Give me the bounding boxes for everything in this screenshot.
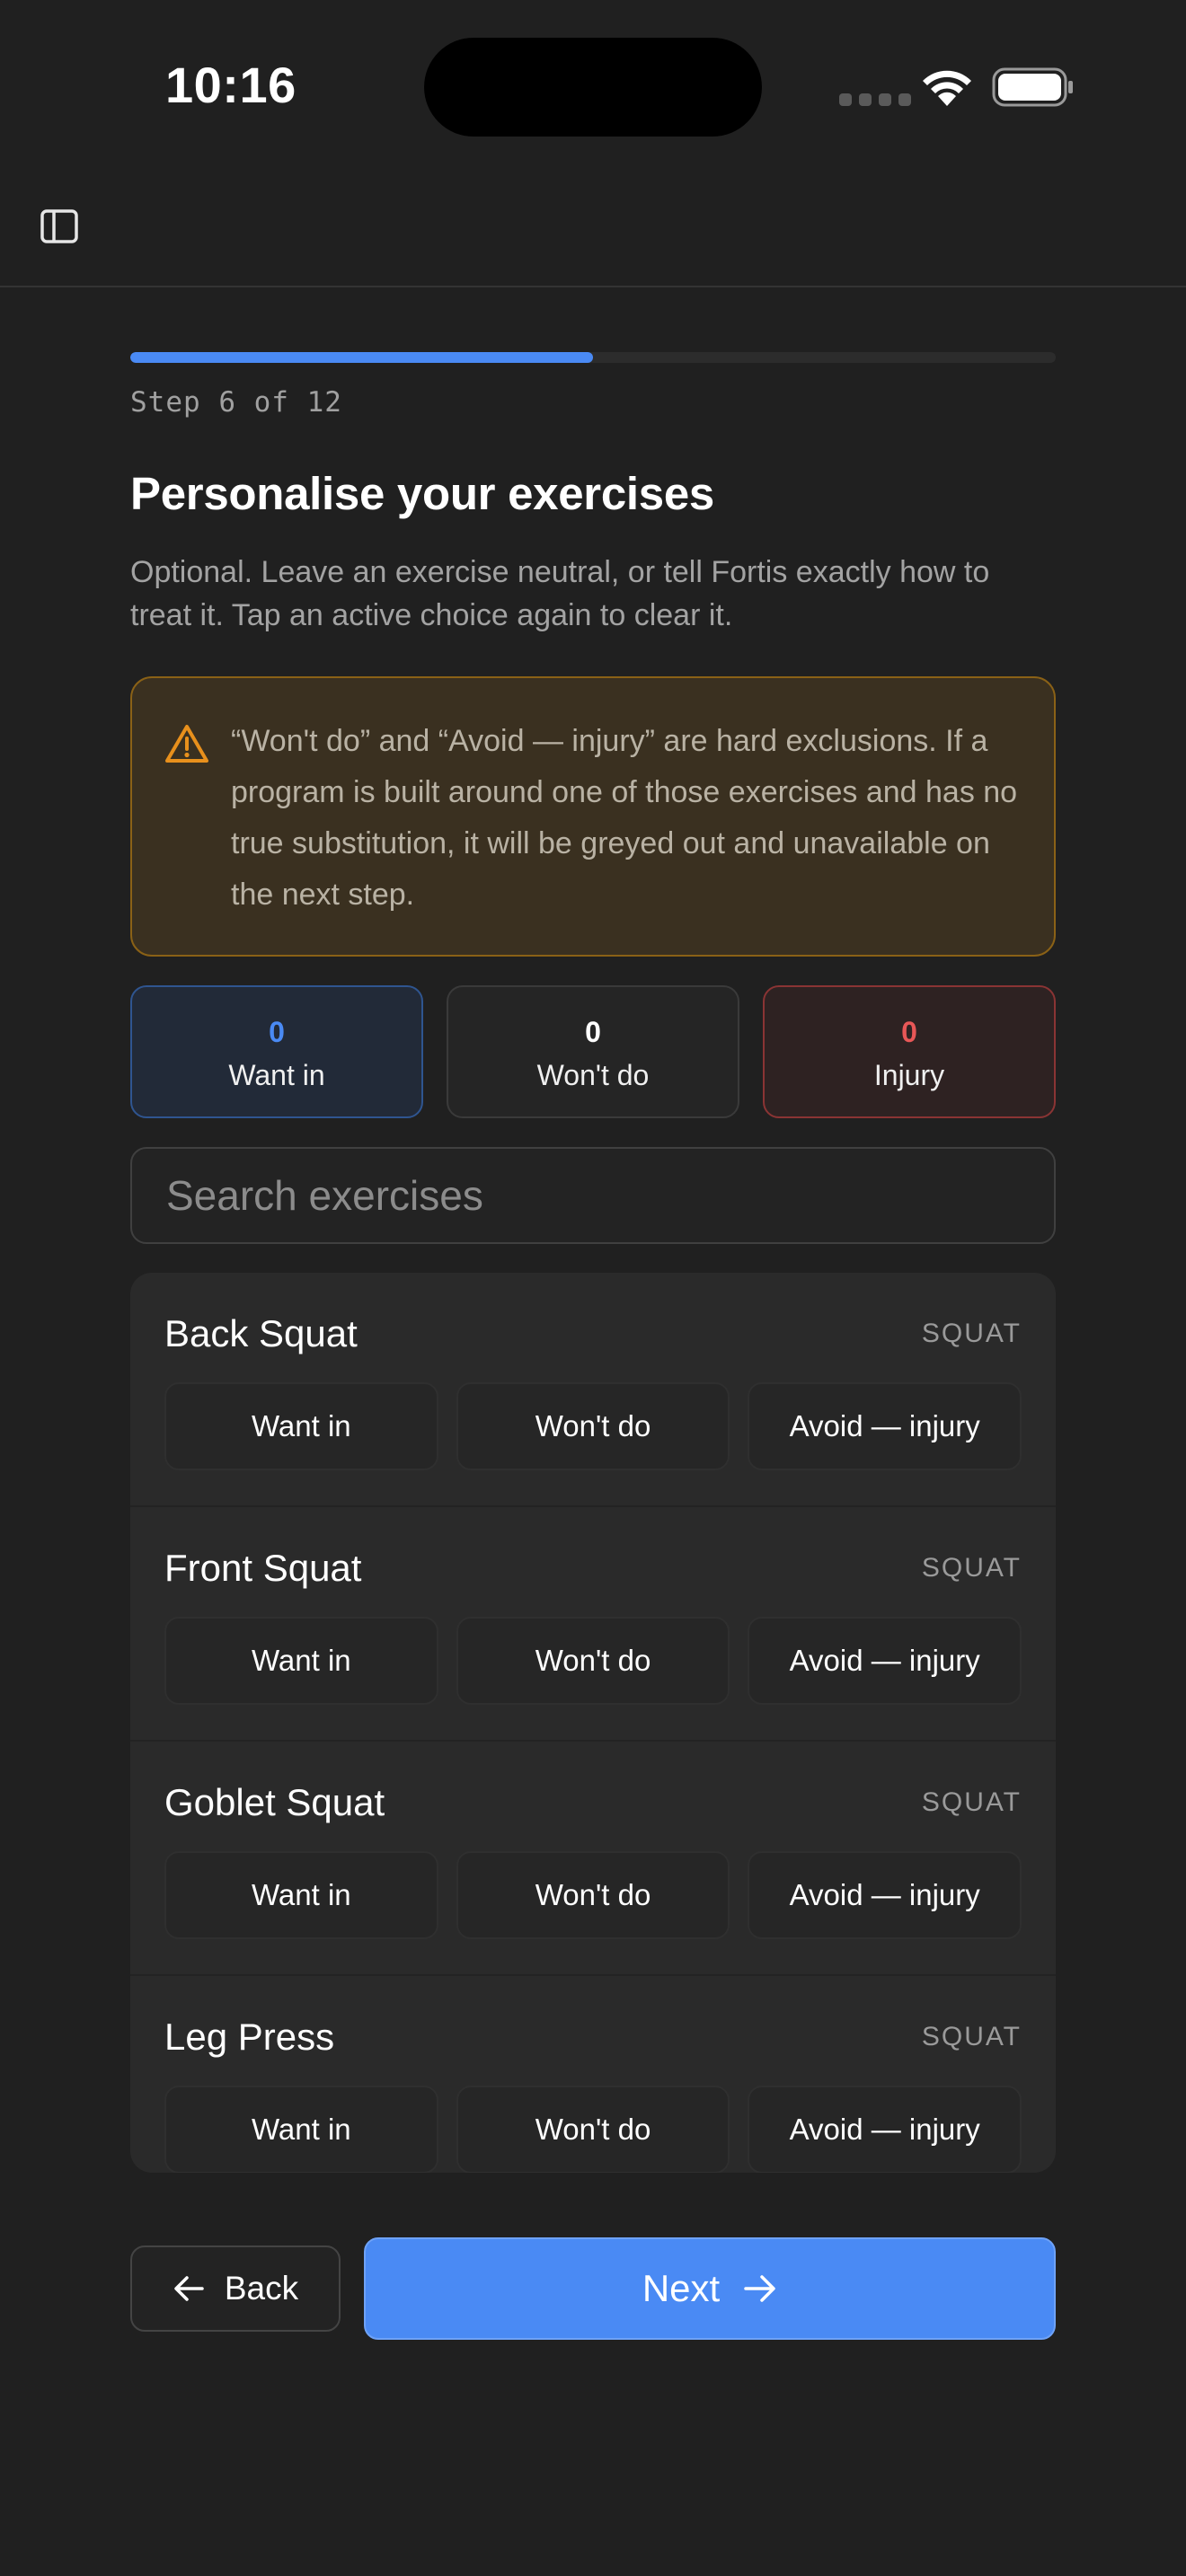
wont-do-button[interactable]: Won't do [456, 2086, 730, 2173]
exercise-name: Goblet Squat [164, 1781, 385, 1823]
step-label: Step 6 of 12 [130, 386, 342, 419]
list-item: Back Squat SQUAT Want in Won't do Avoid … [130, 1273, 1056, 1507]
list-item: Front Squat SQUAT Want in Won't do Avoid… [130, 1507, 1056, 1742]
counter-want-in[interactable]: 0 Want in [130, 985, 423, 1118]
exercise-category: SQUAT [921, 1553, 1022, 1583]
exercise-name: Back Squat [164, 1312, 358, 1354]
want-in-button[interactable]: Want in [164, 1617, 438, 1705]
list-item: Leg Press SQUAT Want in Won't do Avoid —… [130, 1976, 1056, 2173]
exercise-name: Leg Press [164, 2016, 335, 2058]
list-item: Goblet Squat SQUAT Want in Won't do Avoi… [130, 1742, 1056, 1976]
onboarding-step: Step 6 of 12 Personalise your exercises … [130, 352, 1056, 2173]
wifi-icon [923, 70, 971, 106]
warning-triangle-icon [165, 725, 208, 763]
status-time: 10:16 [165, 57, 296, 113]
page-title: Personalise your exercises [130, 468, 714, 519]
counter-value: 0 [269, 1016, 285, 1048]
exercise-category: SQUAT [921, 1787, 1022, 1817]
cellular-signal-icon [839, 93, 911, 106]
back-button[interactable]: Back [130, 2245, 341, 2332]
step-navigation: Back Next [130, 2237, 1056, 2340]
selection-counters: 0 Want in 0 Won't do 0 Injury [130, 985, 1056, 1118]
arrow-right-icon [744, 2275, 775, 2302]
wont-do-button[interactable]: Won't do [456, 1617, 730, 1705]
exercise-category: SQUAT [921, 1319, 1022, 1348]
exercise-name: Front Squat [164, 1547, 362, 1589]
search-input[interactable] [130, 1147, 1056, 1244]
page-subtitle: Optional. Leave an exercise neutral, or … [130, 555, 990, 632]
next-button[interactable]: Next [364, 2237, 1056, 2340]
counter-value: 0 [901, 1016, 917, 1048]
dynamic-island [424, 38, 762, 137]
progress-fill [130, 352, 593, 363]
arrow-left-icon [174, 2276, 204, 2301]
progress-bar [130, 352, 1056, 363]
next-button-label: Next [642, 2267, 721, 2309]
exercise-category: SQUAT [921, 2022, 1022, 2051]
want-in-button[interactable]: Want in [164, 1382, 438, 1470]
wont-do-button[interactable]: Won't do [456, 1851, 730, 1939]
battery-icon [992, 67, 1073, 107]
back-button-label: Back [224, 2270, 299, 2307]
sidebar-toggle-icon[interactable] [40, 207, 79, 246]
wont-do-button[interactable]: Won't do [456, 1382, 730, 1470]
counter-label: Injury [873, 1059, 945, 1091]
avoid-injury-button[interactable]: Avoid — injury [748, 1382, 1022, 1470]
status-bar: 10:16 [0, 0, 1186, 171]
counter-injury[interactable]: 0 Injury [763, 985, 1056, 1118]
avoid-injury-button[interactable]: Avoid — injury [748, 1617, 1022, 1705]
exercise-list[interactable]: Back Squat SQUAT Want in Won't do Avoid … [130, 1273, 1056, 2173]
top-bar [0, 171, 1186, 287]
counter-value: 0 [585, 1016, 601, 1048]
counter-label: Want in [228, 1059, 325, 1091]
avoid-injury-button[interactable]: Avoid — injury [748, 2086, 1022, 2173]
want-in-button[interactable]: Want in [164, 2086, 438, 2173]
want-in-button[interactable]: Want in [164, 1851, 438, 1939]
warning-text: “Won't do” and “Avoid — injury” are hard… [231, 724, 1018, 912]
warning-callout: “Won't do” and “Avoid — injury” are hard… [130, 676, 1056, 957]
counter-wont-do[interactable]: 0 Won't do [447, 985, 739, 1118]
avoid-injury-button[interactable]: Avoid — injury [748, 1851, 1022, 1939]
counter-label: Won't do [536, 1059, 650, 1091]
